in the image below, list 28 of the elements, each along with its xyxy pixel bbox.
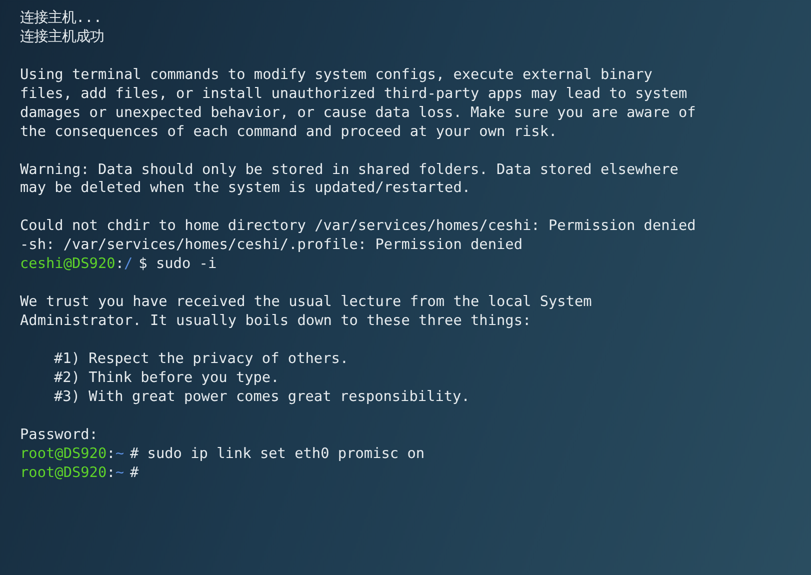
terminal-output-line: 连接主机... [20,10,102,26]
terminal-output-line: Warning: Data should only be stored in shared folders. Data stored elsewhere [20,162,678,178]
prompt-user-host: ceshi@DS920 [20,256,116,272]
terminal-output-line: Could not chdir to home directory /var/services/homes/ceshi: Permission denied [20,218,696,234]
terminal-output-line: -sh: /var/services/homes/ceshi/.profile: Permission denied [20,237,523,254]
command-text: # sudo ip link set eth0 promisc on [130,446,425,462]
terminal-output-line: files, add files, or install unauthorized third-party apps may lead to system [20,86,688,102]
terminal-output-line: We trust you have received the usual lecture from the local System [20,294,592,310]
command-text: $ sudo -i [138,256,217,272]
terminal-output-line: Password: [20,426,98,443]
prompt-user-host: root@DS920 [20,464,107,480]
prompt-separator: : [106,446,116,462]
terminal-output-line: damages or unexpected behavior, or cause data loss. Make sure you are aware of [20,104,696,121]
terminal-output-line: may be deleted when the system is updated/restarted. [20,180,471,196]
terminal-output-line: #3) With great power comes great responsibility. [54,388,470,405]
terminal-output-line: 连接主机成功 [20,28,104,45]
command-text: # [130,464,139,480]
terminal-output-line: Administrator. It usually boils down to these three things: [20,313,532,329]
terminal-output-line: #1) Respect the privacy of others. [54,350,349,367]
terminal-output-line: the consequences of each command and proceed at your own risk. [20,124,558,140]
prompt-user-host: root@DS920 [20,446,107,462]
terminal-output-line: Using terminal commands to modify system configs, execute external binary [20,66,652,83]
terminal-output-line: #2) Think before you type. [54,370,280,386]
prompt-separator: : [115,256,124,272]
prompt-path: ~ [115,446,124,462]
prompt-path: / [124,256,133,272]
prompt-separator: : [106,464,116,480]
prompt-path: ~ [115,464,124,480]
